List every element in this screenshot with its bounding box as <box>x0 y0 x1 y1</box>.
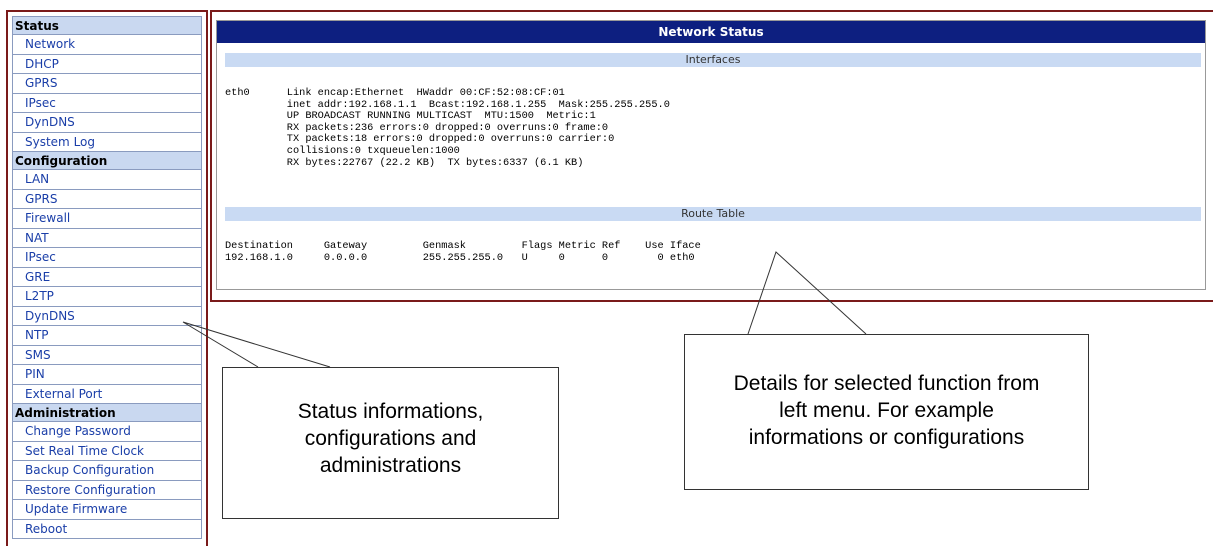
callout-right-line: informations or configurations <box>748 426 1025 449</box>
right-callout-pointer <box>747 251 867 335</box>
left-callout-pointer <box>182 321 331 368</box>
callout-right-line: Details for selected function from <box>733 372 1040 395</box>
callout-left: Status informations, configurations and … <box>222 367 559 519</box>
callout-left-line: configurations and <box>304 427 477 450</box>
callout-right: Details for selected function from left … <box>684 334 1089 490</box>
callout-right-line: left menu. For example <box>779 399 994 422</box>
callout-left-line: administrations <box>319 454 462 477</box>
callout-left-line: Status informations, <box>297 400 484 423</box>
